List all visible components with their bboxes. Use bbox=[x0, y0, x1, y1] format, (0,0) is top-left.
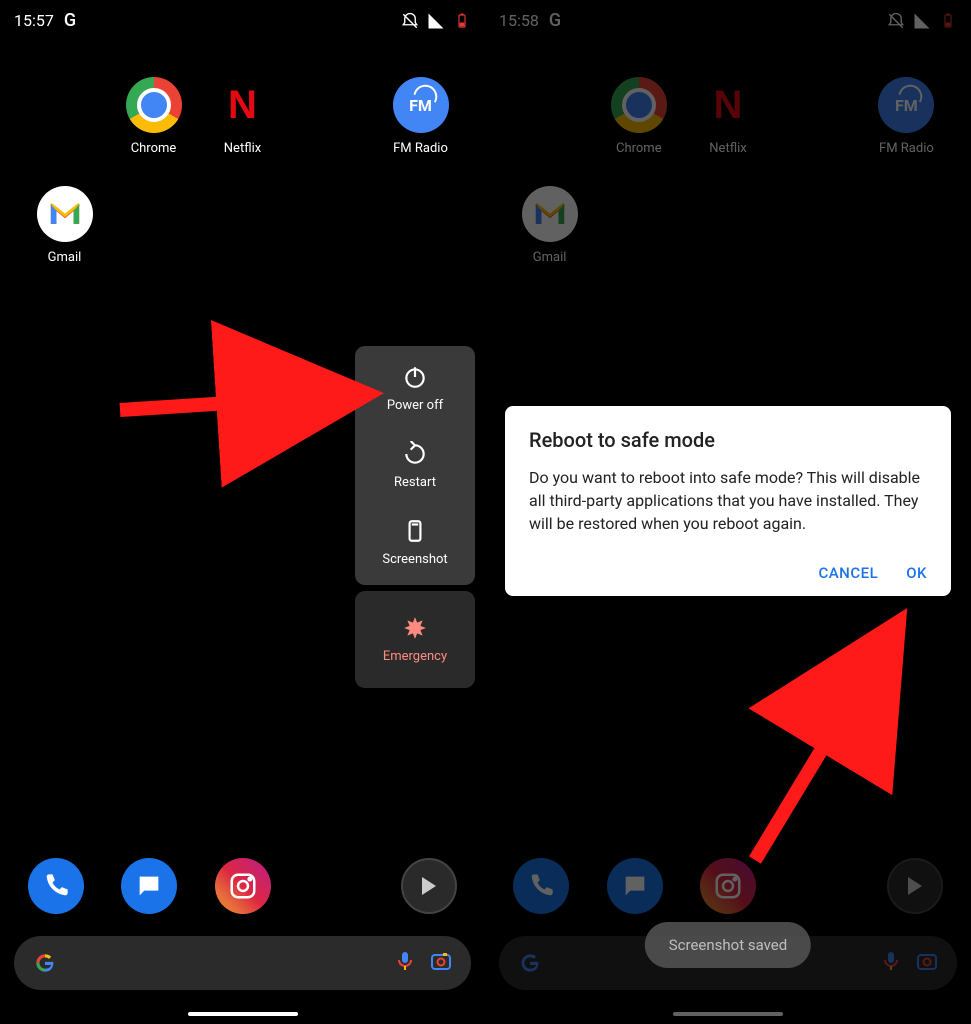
status-icons: x bbox=[401, 12, 471, 30]
chrome-icon bbox=[126, 77, 182, 133]
phone-app-icon[interactable] bbox=[28, 858, 84, 914]
lens-icon[interactable] bbox=[429, 949, 453, 977]
emergency-label: Emergency bbox=[383, 649, 447, 664]
dialog-body: Do you want to reboot into safe mode? Th… bbox=[529, 466, 927, 536]
app-label: Gmail bbox=[48, 250, 82, 265]
screenshot-label: Screenshot bbox=[382, 552, 447, 567]
app-label: Chrome bbox=[131, 141, 177, 156]
screenshot-button[interactable]: Screenshot bbox=[382, 518, 447, 567]
netflix-icon: N bbox=[215, 77, 271, 133]
google-logo-icon bbox=[32, 950, 58, 976]
phone-screen-right: 15:58 G x Chrome N Netflix FM FM Radio G… bbox=[485, 0, 971, 1024]
restart-button[interactable]: Restart bbox=[394, 441, 436, 490]
toast-screenshot-saved: Screenshot saved bbox=[645, 922, 811, 968]
messages-app-icon[interactable] bbox=[121, 858, 177, 914]
play-store-icon[interactable] bbox=[401, 858, 457, 914]
fmradio-icon: FM bbox=[393, 77, 449, 133]
gmail-icon bbox=[37, 186, 93, 242]
dnd-off-icon bbox=[401, 12, 419, 30]
app-gmail[interactable]: Gmail bbox=[20, 186, 109, 265]
status-bar: 15:57 G x bbox=[0, 0, 485, 37]
safe-mode-dialog: Reboot to safe mode Do you want to reboo… bbox=[505, 406, 951, 596]
mic-icon[interactable] bbox=[393, 949, 417, 977]
app-label: FM Radio bbox=[393, 141, 448, 156]
status-time: 15:57 bbox=[14, 11, 54, 30]
app-netflix[interactable]: N Netflix bbox=[198, 77, 287, 156]
phone-screen-left: 15:57 G x Chrome N Netflix FM FM Radio G… bbox=[0, 0, 485, 1024]
restart-label: Restart bbox=[394, 475, 436, 490]
annotation-arrow bbox=[120, 370, 390, 434]
cancel-button[interactable]: CANCEL bbox=[818, 564, 878, 582]
emergency-button[interactable]: Emergency bbox=[383, 615, 447, 664]
app-label: Netflix bbox=[224, 141, 261, 156]
app-chrome[interactable]: Chrome bbox=[109, 77, 198, 156]
power-off-button[interactable]: Power off bbox=[387, 364, 443, 413]
restart-icon bbox=[402, 441, 428, 467]
google-indicator-icon: G bbox=[64, 10, 76, 31]
dialog-title: Reboot to safe mode bbox=[529, 428, 927, 452]
power-menu: Power off Restart Screenshot Emergency bbox=[355, 346, 475, 688]
nav-handle[interactable] bbox=[188, 1012, 298, 1016]
instagram-app-icon[interactable] bbox=[215, 858, 271, 914]
google-search-bar[interactable] bbox=[14, 936, 471, 990]
battery-icon bbox=[453, 12, 471, 30]
svg-text:x: x bbox=[438, 12, 442, 20]
screenshot-icon bbox=[402, 518, 428, 544]
app-fmradio[interactable]: FM FM Radio bbox=[376, 77, 465, 156]
power-off-label: Power off bbox=[387, 398, 443, 413]
power-menu-main: Power off Restart Screenshot bbox=[355, 346, 475, 585]
signal-icon: x bbox=[427, 12, 445, 30]
emergency-icon bbox=[402, 615, 428, 641]
app-grid: Chrome N Netflix FM FM Radio Gmail bbox=[0, 37, 485, 265]
dock bbox=[0, 858, 485, 914]
power-icon bbox=[402, 364, 428, 390]
power-menu-emergency: Emergency bbox=[355, 591, 475, 688]
ok-button[interactable]: OK bbox=[906, 564, 927, 582]
